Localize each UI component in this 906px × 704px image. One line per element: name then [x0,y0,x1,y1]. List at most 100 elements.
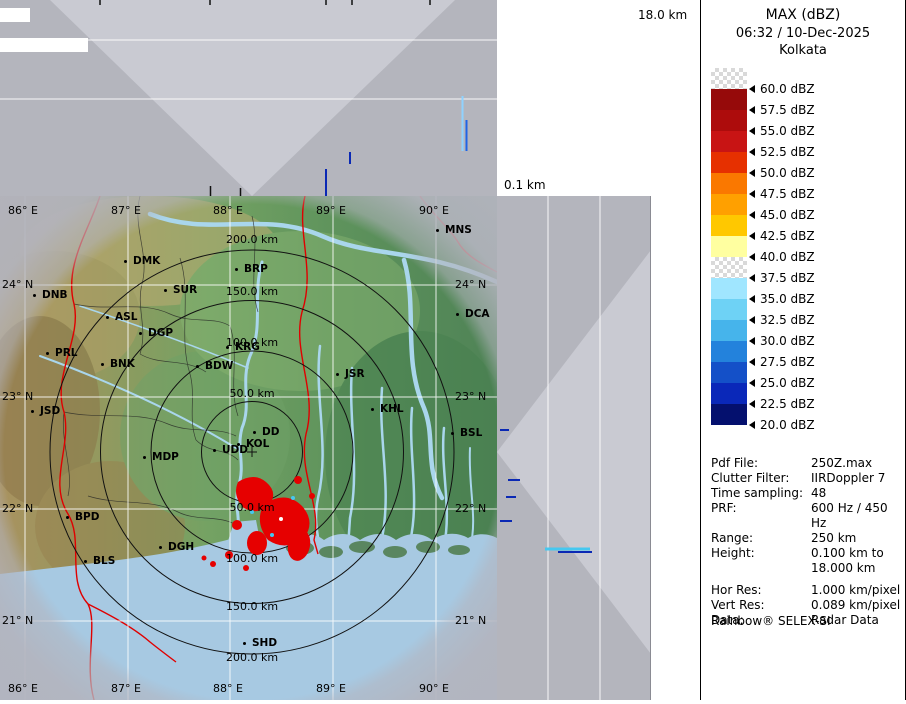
tick-arrow-icon [749,337,755,345]
dbz-tick: 50.0 dBZ [749,162,815,183]
dbz-tick-label: 32.5 dBZ [760,313,815,327]
product-info-table: Pdf File: 250Z.max Clutter Filter: IIRDo… [711,456,903,628]
dbz-tick: 20.0 dBZ [749,414,815,435]
tick-arrow-icon [749,379,755,387]
info-value: 1.000 km/pixel [811,583,903,598]
colorbar-cell [711,68,747,89]
colorbar-cell [711,278,747,299]
top-projection-graphic [0,0,497,196]
dbz-tick: 45.0 dBZ [749,204,815,225]
dbz-colorbar [711,68,747,425]
tick-arrow-icon [749,169,755,177]
dbz-tick: 37.5 dBZ [749,267,815,288]
tick-arrow-icon [749,85,755,93]
info-label: Pdf File: [711,456,811,471]
tick-arrow-icon [749,400,755,408]
colorbar-cell [711,341,747,362]
side-projection-panel [497,196,651,700]
colorbar-cell [711,236,747,257]
dbz-tick: 32.5 dBZ [749,309,815,330]
info-row: Clutter Filter: IIRDoppler 7 [711,471,903,486]
colorbar-cell [711,320,747,341]
dbz-tick: 52.5 dBZ [749,141,815,162]
dbz-tick-label: 40.0 dBZ [760,250,815,264]
info-row: Pdf File: 250Z.max [711,456,903,471]
colorbar-cell [711,152,747,173]
dbz-tick-label: 22.5 dBZ [760,397,815,411]
info-row: Time sampling: 48 [711,486,903,501]
colorbar-cell [711,383,747,404]
dbz-tick: 42.5 dBZ [749,225,815,246]
colorbar-cell [711,362,747,383]
info-label: Clutter Filter: [711,471,811,486]
info-row: Height: 0.100 km to 18.000 km [711,546,903,576]
dbz-tick: 57.5 dBZ [749,99,815,120]
info-label: Hor Res: [711,583,811,598]
info-label: Time sampling: [711,486,811,501]
info-value: 250Z.max [811,456,903,471]
info-row: Range: 250 km [711,531,903,546]
info-row: Hor Res: 1.000 km/pixel [711,583,903,598]
product-title: MAX (dBZ) [701,7,905,23]
info-value: 0.100 km to 18.000 km [811,546,903,576]
dbz-tick-label: 57.5 dBZ [760,103,815,117]
dbz-tick: 47.5 dBZ [749,183,815,204]
dbz-tick: 30.0 dBZ [749,330,815,351]
colorbar-cell [711,110,747,131]
dbz-tick-label: 52.5 dBZ [760,145,815,159]
dbz-tick-label: 30.0 dBZ [760,334,815,348]
dbz-tick: 25.0 dBZ [749,372,815,393]
colorbar-cell [711,215,747,236]
dbz-scale-labels: 60.0 dBZ 57.5 dBZ 55.0 dBZ 52.5 dBZ [749,78,815,435]
dbz-tick-label: 50.0 dBZ [760,166,815,180]
legend-panel: MAX (dBZ) 06:32 / 10-Dec-2025 Kolkata 60… [700,0,906,700]
dbz-tick-label: 42.5 dBZ [760,229,815,243]
tick-arrow-icon [749,295,755,303]
info-label: Range: [711,531,811,546]
info-label: PRF: [711,501,811,531]
tick-arrow-icon [749,421,755,429]
dbz-tick-label: 25.0 dBZ [760,376,815,390]
dbz-tick-label: 55.0 dBZ [760,124,815,138]
tick-arrow-icon [749,148,755,156]
dbz-tick-label: 45.0 dBZ [760,208,815,222]
dbz-tick: 55.0 dBZ [749,120,815,141]
out-of-range-mask [0,196,497,700]
tick-arrow-icon [749,127,755,135]
dbz-tick-label: 35.0 dBZ [760,292,815,306]
info-value: IIRDoppler 7 [811,471,903,486]
side-projection-graphic [497,196,651,700]
dbz-tick: 40.0 dBZ [749,246,815,267]
colorbar-cell [711,404,747,425]
info-value: 250 km [811,531,903,546]
tick-arrow-icon [749,358,755,366]
colorbar-cell [711,299,747,320]
info-label: Vert Res: [711,598,811,613]
info-value: 0.089 km/pixel [811,598,903,613]
tick-arrow-icon [749,274,755,282]
radar-site-name: Kolkata [701,43,905,58]
software-brand: Rainbow® SELEX-SI [711,614,831,628]
tick-arrow-icon [749,106,755,114]
tick-arrow-icon [749,316,755,324]
colorbar-cell [711,173,747,194]
dbz-tick: 35.0 dBZ [749,288,815,309]
dbz-tick-label: 27.5 dBZ [760,355,815,369]
radar-viewer-screen: 86° E87° E88° E89° E90° E 86° E87° E88° … [0,0,906,700]
info-value: 600 Hz / 450 Hz [811,501,903,531]
info-value: 48 [811,486,903,501]
tick-arrow-icon [749,211,755,219]
product-datetime: 06:32 / 10-Dec-2025 [701,26,905,41]
top-projection-panel [0,0,497,196]
side-axis-min-height-label: 0.1 km [504,178,546,192]
top-axis-max-height-label: 18.0 km [638,8,687,22]
colorbar-cell [711,257,747,278]
map-graphic [0,196,497,700]
dbz-tick-label: 60.0 dBZ [760,82,815,96]
tick-arrow-icon [749,190,755,198]
dbz-tick: 27.5 dBZ [749,351,815,372]
colorbar-cell [711,89,747,110]
info-label: Height: [711,546,811,576]
tick-arrow-icon [749,232,755,240]
map-panel: 86° E87° E88° E89° E90° E 86° E87° E88° … [0,196,497,700]
